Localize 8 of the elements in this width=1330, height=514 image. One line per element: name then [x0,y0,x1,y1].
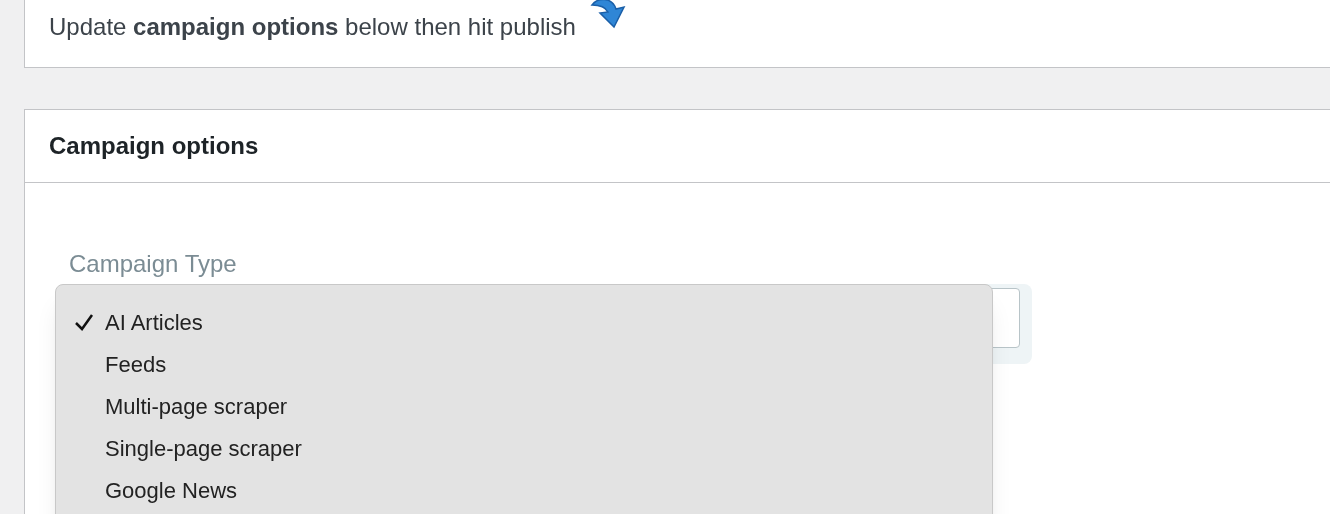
notice-text: Update campaign options below then hit publish [49,12,576,42]
dropdown-option[interactable]: Single-page scraper [74,427,992,469]
dropdown-option[interactable]: Google News [74,469,992,511]
field-label: Campaign Type [69,249,238,279]
panel-title: Campaign options [49,131,259,161]
checkmark-icon [74,312,94,332]
dropdown-option[interactable]: Multi-page scraper [74,385,992,427]
dropdown-option[interactable]: Feeds [74,343,992,385]
